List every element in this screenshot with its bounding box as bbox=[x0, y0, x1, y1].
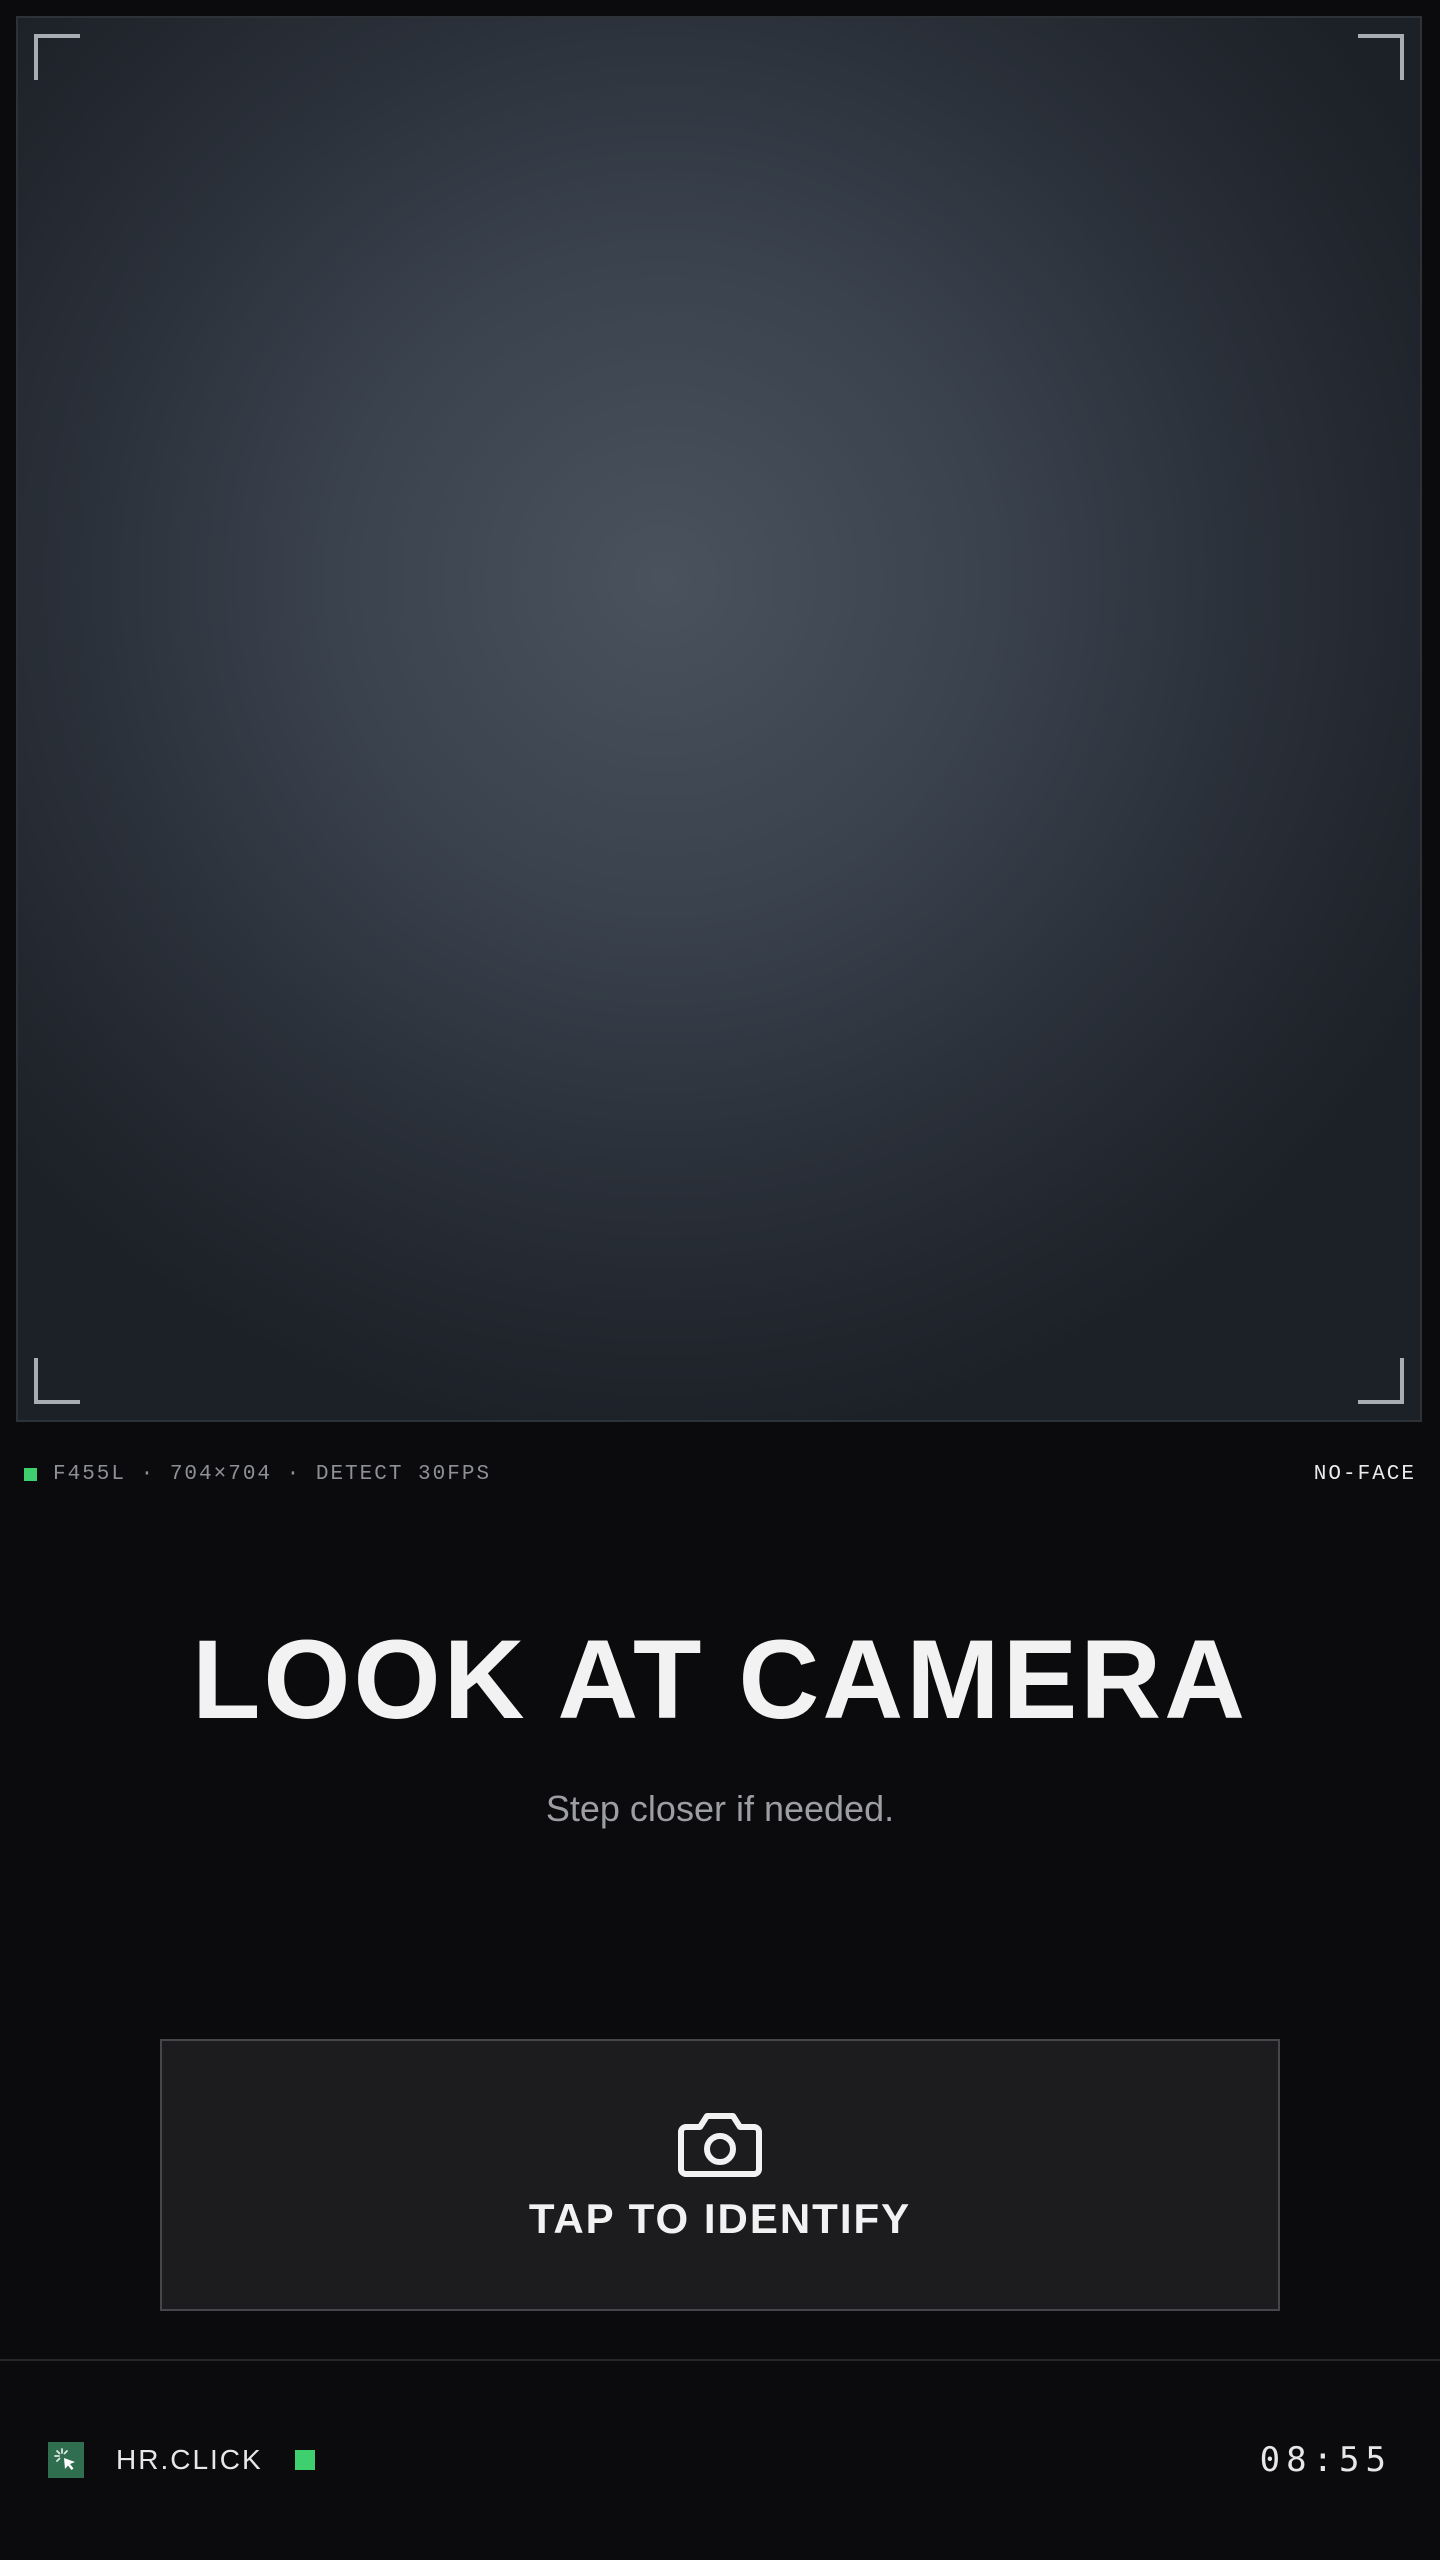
frame-corner-bottom-right bbox=[1358, 1358, 1404, 1404]
instruction-subline: Step closer if needed. bbox=[545, 1788, 895, 1829]
tap-to-identify-button[interactable]: TAP TO IDENTIFY bbox=[160, 2039, 1280, 2311]
footer-divider bbox=[0, 2359, 1440, 2361]
live-indicator bbox=[24, 1467, 37, 1481]
footer: HR.CLICK 08:55 bbox=[48, 2440, 1392, 2480]
frame-corner-bottom-left bbox=[34, 1358, 80, 1404]
face-state-label: NO-FACE bbox=[1313, 1462, 1416, 1486]
camera-status-text: F455L · 704×704 · DETECT 30FPS bbox=[53, 1462, 492, 1486]
camera-status-row: F455L · 704×704 · DETECT 30FPS NO-FACE bbox=[24, 1458, 1416, 1490]
frame-corner-top-right bbox=[1358, 34, 1404, 80]
camera-status: F455L · 704×704 · DETECT 30FPS bbox=[24, 1463, 491, 1486]
clock: 08:55 bbox=[1259, 2440, 1392, 2480]
tap-to-identify-label: TAP TO IDENTIFY bbox=[528, 2195, 912, 2242]
camera-viewport bbox=[16, 16, 1422, 1422]
kiosk-screen: F455L · 704×704 · DETECT 30FPS NO-FACE L… bbox=[0, 0, 1440, 2560]
frame-corner-top-left bbox=[34, 34, 80, 80]
instruction-headline: LOOK AT CAMERA bbox=[191, 1617, 1249, 1742]
brand: HR.CLICK bbox=[48, 2442, 315, 2478]
camera-icon bbox=[678, 2113, 762, 2177]
connection-indicator bbox=[294, 2450, 315, 2470]
cursor-click-icon bbox=[48, 2442, 84, 2478]
brand-name: HR.CLICK bbox=[116, 2444, 263, 2475]
